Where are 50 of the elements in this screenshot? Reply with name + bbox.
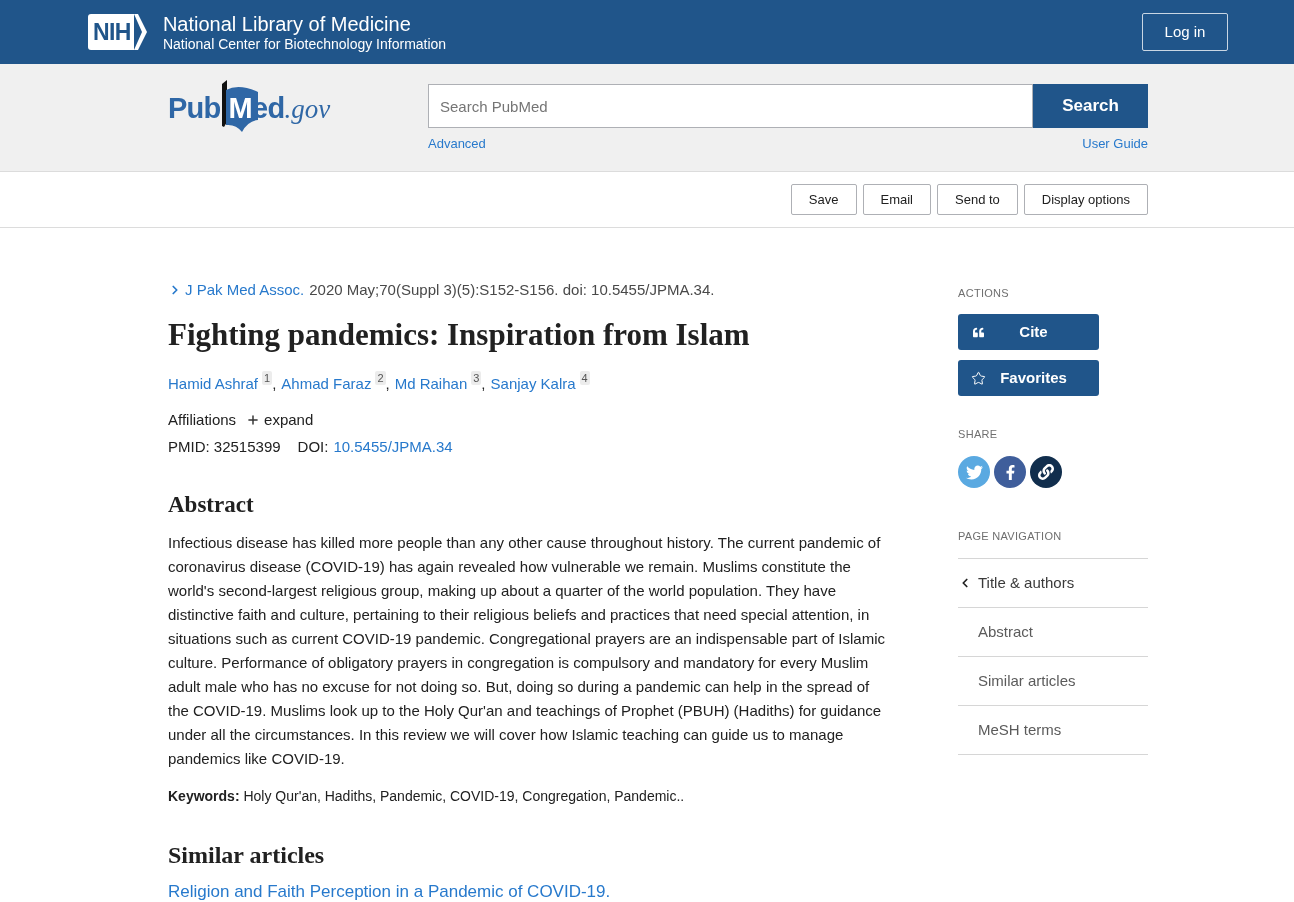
site-title: National Library of Medicine	[162, 12, 412, 36]
facebook-icon[interactable]	[994, 456, 1026, 488]
search-field[interactable]: Search PubMed	[428, 84, 1033, 128]
quote-icon	[971, 326, 985, 338]
page-navigation-item[interactable]: Abstract	[958, 607, 1148, 656]
affiliation-number[interactable]: 2	[375, 371, 386, 385]
expand-toggle[interactable]: expand	[264, 409, 314, 431]
author-link[interactable]: Sanjay Kalra	[490, 373, 576, 395]
abstract-heading: Abstract	[168, 491, 254, 519]
logo-arrow-icon	[133, 14, 148, 50]
login-button[interactable]: Log in	[1142, 13, 1228, 51]
action-button[interactable]: Cite	[958, 314, 1099, 350]
keywords-text: Keywords: Holy Qur'an, Hadiths, Pandemic, COVID-19, Congregation, Pandemic..	[168, 787, 685, 806]
journal-link[interactable]: J Pak Med Assoc.	[185, 280, 305, 300]
affiliations-label: Affiliations	[168, 410, 237, 430]
abstract-text: Infectious disease has killed more people than any other cause throughout history. The current pandemic of coronavirus disease (COVID-19) has again revealed how vulnerable we remain. Muslims constitute the world's second-largest religious group, making up about a quarter of the world population. They have distinctive faith and culture, pertaining to their religious beliefs and practices that need special attention, in situations such as current COVID-19 pandemic. Congregational prayers are an indispensable part of Islamic culture. Performance of obligatory prayers in congregation is compulsory and mandatory for every Muslim adult male who has no excuse for not doing so. But, doing so during a pandemic can help in the spread of the COVID-19. Muslims look up to the Holy Qur'an and teachings of Prophet (PBUH) (Hadiths) for guidance under all the circumstances. In this review we will cover how Islamic teaching can guide us to manage pandemics like COVID-19.	[168, 533, 887, 769]
page-navigation-item[interactable]: MeSH terms	[958, 705, 1148, 754]
author-link[interactable]: Hamid Ashraf	[168, 373, 259, 395]
toolbar-button[interactable]: Display options	[1023, 184, 1148, 215]
search-button[interactable]: Search	[1033, 84, 1148, 128]
site-subtitle: National Center for Biotechnology Information	[162, 35, 447, 52]
affiliation-number[interactable]: 1	[262, 371, 273, 385]
search-link[interactable]: User Guide	[1082, 136, 1148, 152]
author-link[interactable]: Ahmad Faraz	[281, 373, 372, 395]
page-navigation-item[interactable]: Title & authors	[958, 558, 1148, 607]
plus-icon	[246, 413, 261, 427]
author-link[interactable]: Md Raihan	[394, 373, 468, 395]
page-navigation-item[interactable]: Similar articles	[958, 656, 1148, 705]
toolbar-button[interactable]: Email	[862, 184, 931, 215]
author-separator: ,	[272, 374, 277, 394]
doi-link[interactable]: 10.5455/JPMA.34	[333, 436, 453, 458]
affiliation-number[interactable]: 3	[471, 371, 482, 385]
search-link[interactable]: Advanced	[428, 136, 486, 152]
article-title: Fighting pandemics: Inspiration from Islam	[168, 316, 750, 354]
author-separator: ,	[481, 374, 486, 394]
similar-article-link[interactable]: Religion and Faith Perception in a Pandemic of COVID-19.	[168, 881, 611, 902]
toolbar-button[interactable]: Send to	[937, 184, 1018, 215]
doi-label: DOI:	[297, 437, 329, 457]
share-label: SHARE	[958, 427, 998, 441]
page-navigation-label: PAGE NAVIGATION	[958, 529, 1062, 543]
actions-label: ACTIONS	[958, 286, 1009, 300]
affiliation-number[interactable]: 4	[579, 371, 590, 385]
similar-articles-heading: Similar articles	[168, 841, 325, 870]
pmid-text: PMID: 32515399	[168, 437, 281, 457]
author-separator: ,	[385, 374, 390, 394]
star-icon	[970, 370, 986, 386]
citation-text: 2020 May;70(Suppl 3)(5):S152-S156. doi: 10.5455/JPMA.34.	[309, 280, 715, 300]
action-button[interactable]: Favorites	[958, 360, 1099, 396]
toolbar-button[interactable]: Save	[790, 184, 857, 215]
link-icon[interactable]	[1030, 456, 1062, 488]
